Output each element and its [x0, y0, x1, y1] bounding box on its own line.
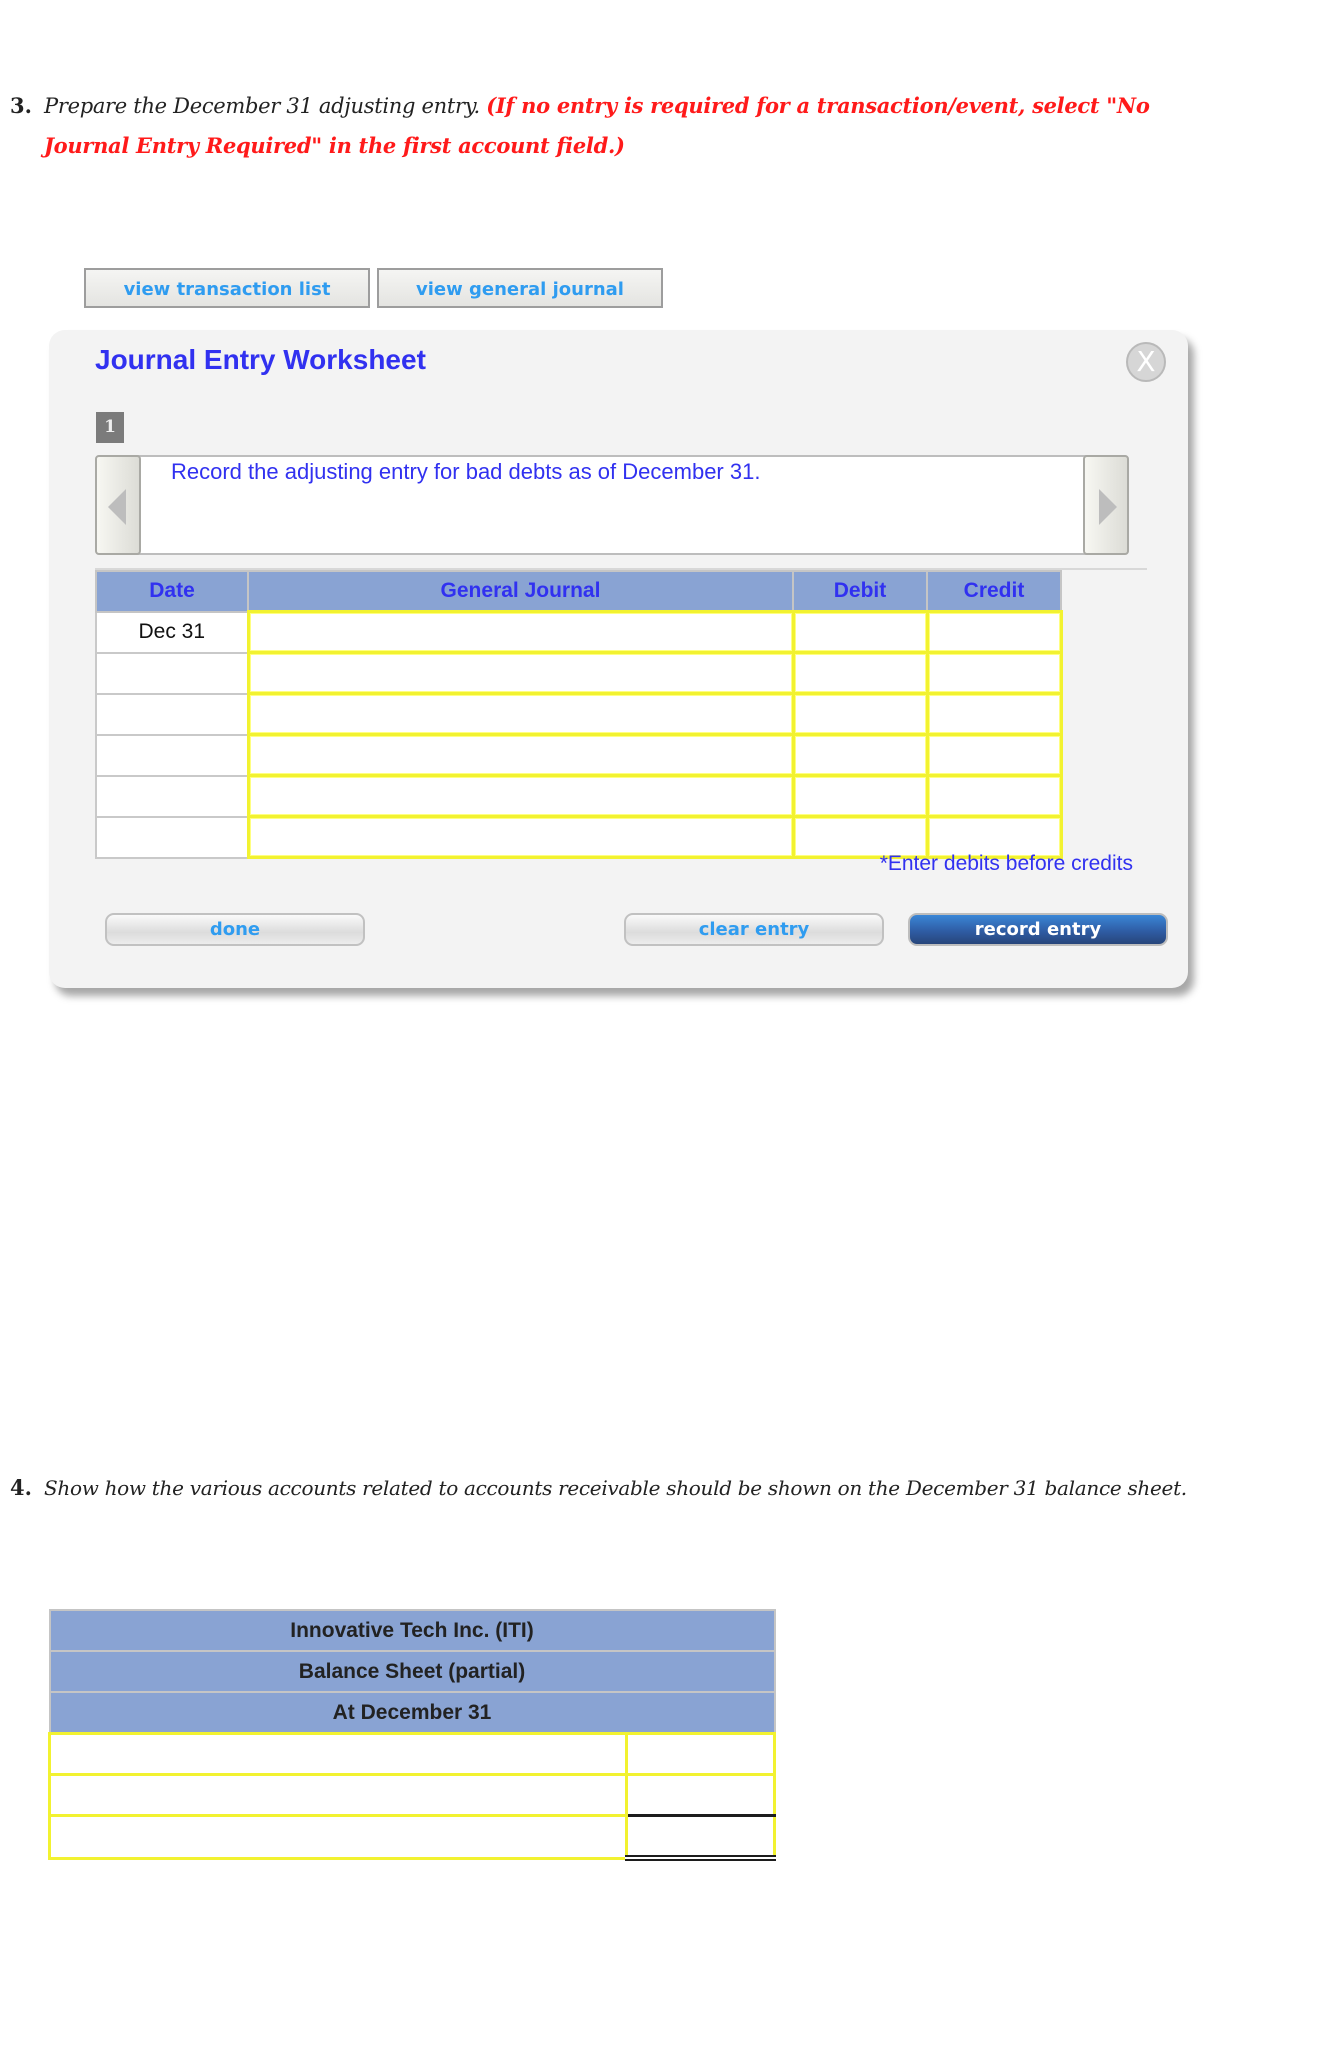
account-label-input[interactable] — [51, 1735, 625, 1773]
statement-name-header: Balance Sheet (partial) — [48, 1650, 776, 1693]
instruction-box: Record the adjusting entry for bad debts… — [95, 455, 1129, 555]
debit-field[interactable] — [791, 651, 929, 695]
account-input[interactable] — [249, 736, 792, 774]
close-icon[interactable]: X — [1126, 342, 1166, 382]
debit-input[interactable] — [794, 777, 926, 815]
question-prompt: Prepare the December 31 adjusting entry. — [44, 94, 480, 118]
date-cell: Dec 31 — [95, 610, 249, 654]
account-input[interactable] — [249, 695, 792, 733]
question-prompt: Show how the various accounts related to… — [44, 1476, 1187, 1500]
account-field[interactable] — [246, 733, 795, 777]
previous-entry-button[interactable] — [95, 455, 141, 555]
arrow-left-icon — [108, 489, 126, 525]
credit-field[interactable] — [925, 651, 1063, 695]
debit-field[interactable] — [791, 733, 929, 777]
statement-date-header: At December 31 — [48, 1691, 776, 1735]
balance-sheet-row — [48, 1732, 776, 1776]
balance-sheet-row — [48, 1773, 776, 1817]
record-entry-button[interactable]: record entry — [908, 913, 1168, 946]
debit-input[interactable] — [794, 818, 926, 856]
column-header-general-journal: General Journal — [247, 570, 794, 613]
journal-entry-worksheet-panel: Journal Entry Worksheet X 1 Record the a… — [49, 330, 1188, 988]
company-name-header: Innovative Tech Inc. (ITI) — [48, 1609, 776, 1652]
table-row — [95, 774, 1063, 818]
date-cell — [95, 651, 249, 695]
column-header-debit: Debit — [792, 570, 928, 613]
account-label-input[interactable] — [51, 1817, 625, 1857]
account-label-field[interactable] — [48, 1732, 628, 1776]
next-entry-button[interactable] — [1083, 455, 1129, 555]
amount-field[interactable] — [625, 1732, 776, 1776]
table-row — [95, 733, 1063, 777]
view-general-journal-button[interactable]: view general journal — [377, 268, 663, 308]
debit-field[interactable] — [791, 692, 929, 736]
column-header-date: Date — [95, 570, 249, 613]
debit-input[interactable] — [794, 695, 926, 733]
total-amount-field[interactable] — [625, 1814, 776, 1861]
amount-input[interactable] — [628, 1776, 773, 1814]
column-header-credit: Credit — [926, 570, 1062, 613]
balance-sheet-row — [48, 1814, 776, 1861]
view-transaction-list-button[interactable]: view transaction list — [84, 268, 370, 308]
account-field[interactable] — [246, 610, 795, 654]
account-label-field[interactable] — [48, 1773, 628, 1817]
credit-input[interactable] — [928, 613, 1060, 651]
account-input[interactable] — [249, 654, 792, 692]
debits-before-credits-note: *Enter debits before credits — [879, 852, 1133, 875]
clear-entry-button[interactable]: clear entry — [624, 913, 884, 946]
balance-sheet-table: Innovative Tech Inc. (ITI) Balance Sheet… — [48, 1609, 776, 1861]
credit-field[interactable] — [925, 733, 1063, 777]
credit-input[interactable] — [928, 736, 1060, 774]
account-input[interactable] — [249, 613, 792, 651]
date-cell — [95, 774, 249, 818]
amount-input[interactable] — [628, 1817, 773, 1855]
debit-input[interactable] — [794, 736, 926, 774]
account-input[interactable] — [249, 818, 792, 856]
amount-input[interactable] — [628, 1735, 773, 1773]
debit-input[interactable] — [794, 613, 926, 651]
account-input[interactable] — [249, 777, 792, 815]
question-number: 4. — [10, 1475, 32, 1500]
journal-table: Date General Journal Debit Credit Dec 31 — [95, 570, 1063, 859]
credit-field[interactable] — [925, 692, 1063, 736]
account-label-field[interactable] — [48, 1814, 628, 1860]
credit-input[interactable] — [928, 777, 1060, 815]
date-cell — [95, 815, 249, 859]
arrow-right-icon — [1099, 489, 1117, 525]
table-row — [95, 651, 1063, 695]
date-cell — [95, 692, 249, 736]
account-label-input[interactable] — [51, 1776, 625, 1814]
entry-number-badge[interactable]: 1 — [96, 412, 124, 443]
account-field[interactable] — [246, 651, 795, 695]
entry-instruction: Record the adjusting entry for bad debts… — [171, 459, 761, 484]
credit-input[interactable] — [928, 818, 1060, 856]
credit-input[interactable] — [928, 654, 1060, 692]
amount-field[interactable] — [625, 1773, 776, 1817]
debit-field[interactable] — [791, 774, 929, 818]
debit-input[interactable] — [794, 654, 926, 692]
account-field[interactable] — [246, 774, 795, 818]
credit-field[interactable] — [925, 610, 1063, 654]
account-field[interactable] — [246, 692, 795, 736]
debit-field[interactable] — [791, 610, 929, 654]
question-number: 3. — [10, 93, 32, 118]
credit-input[interactable] — [928, 695, 1060, 733]
account-field[interactable] — [246, 815, 795, 859]
table-row — [95, 692, 1063, 736]
date-cell — [95, 733, 249, 777]
credit-field[interactable] — [925, 774, 1063, 818]
worksheet-title: Journal Entry Worksheet — [95, 344, 426, 375]
done-button[interactable]: done — [105, 913, 365, 946]
table-row: Dec 31 — [95, 610, 1063, 654]
